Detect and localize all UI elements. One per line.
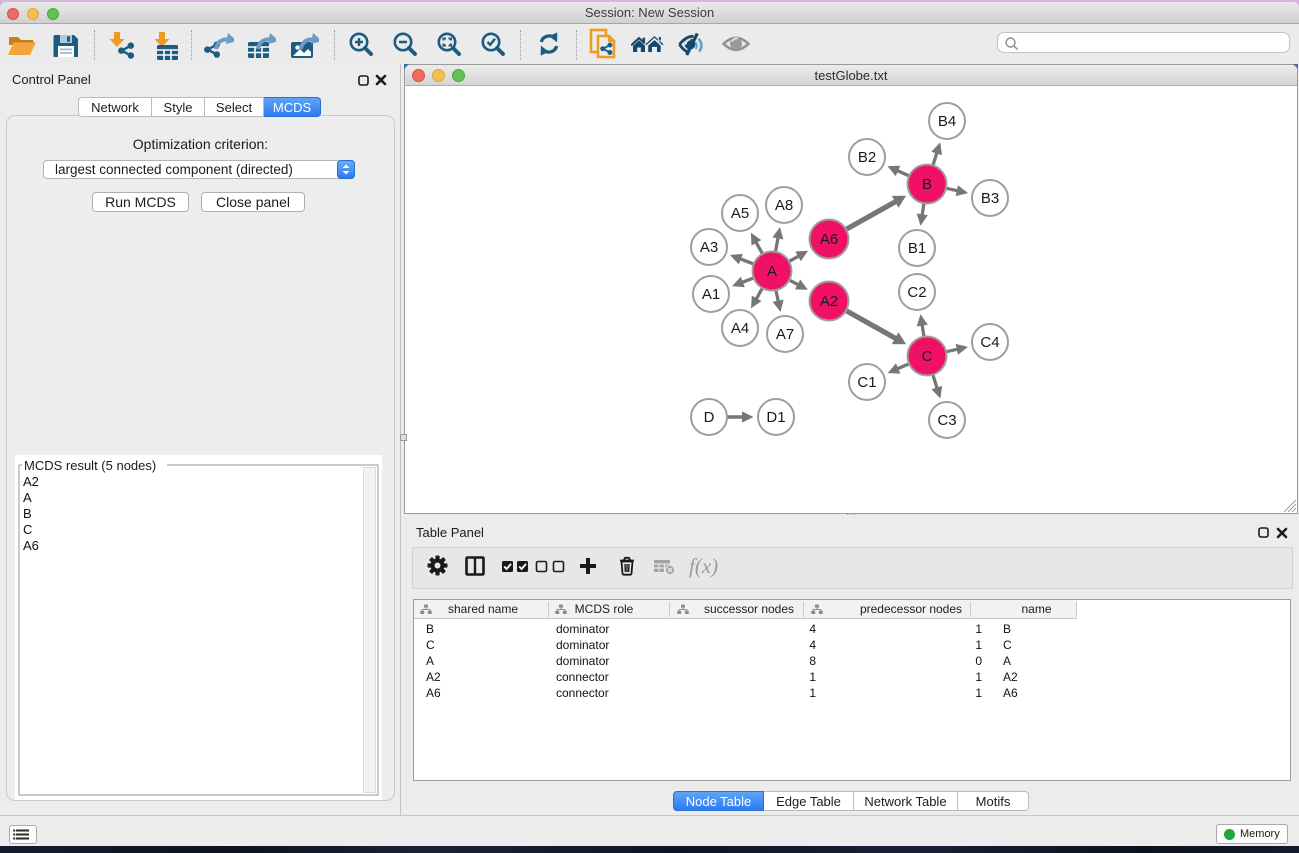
svg-text:B1: B1: [908, 240, 926, 257]
svg-text:A6: A6: [820, 231, 838, 248]
svg-text:C1: C1: [857, 374, 876, 391]
svg-text:A1: A1: [702, 286, 720, 303]
svg-text:A: A: [767, 263, 777, 280]
svg-text:B3: B3: [981, 190, 999, 207]
svg-text:A8: A8: [775, 197, 793, 214]
svg-text:A3: A3: [700, 239, 718, 256]
svg-text:A5: A5: [731, 205, 749, 222]
svg-text:C: C: [922, 348, 933, 365]
svg-text:D1: D1: [766, 409, 785, 426]
svg-text:A7: A7: [776, 326, 794, 343]
svg-text:A2: A2: [820, 293, 838, 310]
svg-text:C4: C4: [980, 334, 999, 351]
svg-text:C2: C2: [907, 284, 926, 301]
svg-text:B: B: [922, 176, 932, 193]
svg-text:B2: B2: [858, 149, 876, 166]
svg-text:A4: A4: [731, 320, 749, 337]
svg-text:C3: C3: [937, 412, 956, 429]
svg-text:D: D: [704, 409, 715, 426]
svg-text:B4: B4: [938, 113, 956, 130]
